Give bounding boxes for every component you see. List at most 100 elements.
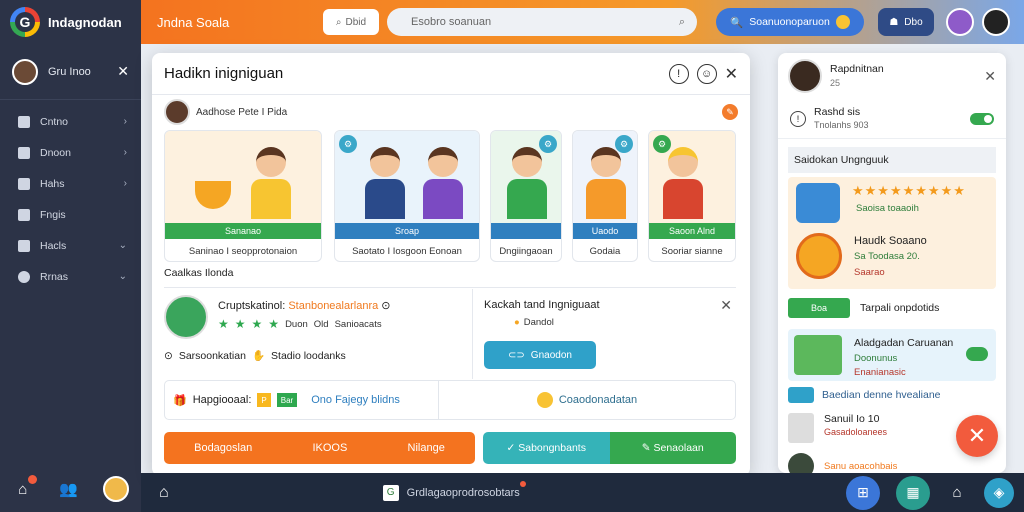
search-action-button[interactable]: 🔍 Soanuonoparuon: [716, 8, 864, 36]
modal-title: Hadikn inigniguan: [164, 65, 284, 82]
panel-link[interactable]: Baedian denne hvealiane: [788, 387, 996, 403]
folder-icon: [18, 208, 30, 221]
info-icon[interactable]: !: [668, 63, 689, 84]
activity-card[interactable]: ⚙ Dngiingaoan: [490, 130, 562, 262]
sidebar-item-5[interactable]: Rrnas ⌄: [0, 261, 141, 292]
action-button-2[interactable]: IKOOS: [312, 442, 347, 454]
calendar-icon[interactable]: ▦: [896, 475, 930, 510]
edit-icon[interactable]: ✎: [722, 104, 738, 120]
users-icon[interactable]: 👥: [57, 478, 79, 500]
panel-item[interactable]: Sanu aoacohbais: [788, 453, 996, 473]
activity-card[interactable]: ⚙ Saoon Alnd Sooriar sianne: [648, 130, 736, 262]
close-icon[interactable]: ✕: [725, 64, 738, 84]
activity-card[interactable]: Sananao Saninao I seopprotonaion: [164, 130, 322, 262]
bag-icon[interactable]: ⌂: [946, 482, 968, 504]
avatar[interactable]: [982, 8, 1010, 36]
star-icon: ★: [218, 317, 229, 331]
toggle-switch[interactable]: [970, 112, 994, 125]
sub-panel-button[interactable]: ⊂⊃ Gnaodon: [484, 341, 596, 369]
profile-name-accent: Stanbonealarlanra: [288, 300, 379, 312]
emoji-icon[interactable]: ☺: [696, 63, 717, 84]
info-right-label: Coaodonadatan: [558, 394, 638, 406]
card-stripe: Sroap: [335, 223, 479, 239]
child-figure: [505, 147, 549, 221]
chevron-down-icon: ⌄: [118, 240, 127, 251]
grid-icon: [18, 146, 30, 159]
close-icon[interactable]: ✕: [984, 68, 996, 85]
topbar: Jndna Soala ⌕ Dbid Esobro soanuan ⌕ 🔍 So…: [141, 0, 1024, 44]
search-chip[interactable]: ⌕ Dbid: [323, 9, 379, 35]
shield-icon[interactable]: ◈: [984, 477, 1014, 508]
card-stripe: Uaodo: [573, 223, 637, 239]
notification-dot: [519, 480, 526, 487]
clock-icon: ⊙: [164, 349, 173, 362]
bottom-actions: ⊞ ▦ ⌂ ◈: [846, 473, 1014, 512]
badge-icon: [796, 233, 842, 279]
search-input[interactable]: Esobro soanuan ⌕: [387, 8, 697, 36]
reward-line-3: Saarao: [854, 267, 885, 278]
taskbar-item[interactable]: G Grdlagaoprodrosobtars: [382, 480, 526, 501]
child-figure: [421, 147, 465, 221]
sidebar-item-1[interactable]: Dnoon ›: [0, 137, 141, 168]
avatar: [164, 295, 208, 339]
sidebar-item-label: Hacls: [40, 239, 67, 252]
promo-image: [794, 335, 842, 375]
bell-icon: ☗: [889, 16, 899, 28]
close-fab-button[interactable]: ✕: [956, 415, 998, 457]
gift-icon[interactable]: ⊞: [846, 475, 880, 510]
reward-line-1: Saoisa toaaoih: [856, 203, 919, 214]
activity-card[interactable]: ⚙ Sroap Saotato I Iosgoon Eonoan: [334, 130, 480, 262]
sidebar-item-4[interactable]: Hacls ⌄: [0, 230, 141, 261]
sidebar-item-0[interactable]: Cntno ›: [0, 106, 141, 137]
sidebar-item-label: Dnoon: [40, 146, 71, 159]
edit-icon: ✎: [641, 442, 654, 454]
star-icon: ★: [234, 317, 246, 331]
promo-line-2: Enanianasic: [854, 367, 906, 378]
profile-footer-label: Sarsoonkatian: [178, 349, 246, 362]
info-link[interactable]: Ono Fajegy blidns: [311, 394, 400, 406]
panel-setting-row[interactable]: ! Rashd sis Tnolanhs 903: [778, 99, 1006, 139]
arrow-button[interactable]: [966, 347, 988, 361]
profile-block: Cruptskatinol: Stanbonealarlanra ⊙ ★ ★ ★ ★ …: [164, 295, 470, 377]
avatar[interactable]: [103, 476, 130, 502]
card-stripe: Saoon Alnd: [649, 223, 735, 239]
sidebar-user[interactable]: Gru Inoo ✕: [0, 44, 141, 100]
info-bar: 🎁 Hapgiooaal: P Bar Ono Fajegy blidns Co…: [164, 380, 736, 420]
sub-panel-status: ● Dandol: [514, 317, 554, 328]
promo-card[interactable]: Aladgadan Caruanan Doonunus Enanianasic: [788, 329, 996, 381]
green-action-button[interactable]: ✎ Senaolaan: [609, 432, 736, 464]
home-icon: [18, 115, 30, 128]
action-button-3[interactable]: Nilange: [408, 442, 445, 454]
home-icon[interactable]: ⌂: [159, 484, 169, 502]
messages-label: Dbo: [904, 16, 923, 28]
info-icon: !: [790, 110, 806, 127]
child-figure: [661, 147, 705, 221]
brand[interactable]: G Indagnodan: [0, 0, 141, 44]
chevron-right-icon: ›: [123, 116, 127, 127]
messages-button[interactable]: ☗ Dbo: [878, 8, 934, 36]
coin-icon: [835, 15, 850, 29]
hands-icon: ✋: [251, 350, 266, 362]
close-icon[interactable]: ✕: [117, 63, 129, 80]
chart-icon: [18, 177, 30, 190]
close-icon[interactable]: ✕: [720, 297, 732, 314]
reward-card[interactable]: ★★★★★★★★★ Saoisa toaaoih Haudk Soaano Sa…: [788, 177, 996, 289]
action-button-1[interactable]: Bodagoslan: [194, 442, 252, 454]
panel-pill-row[interactable]: Boa Tarpali onpdotids: [788, 297, 996, 319]
gift-icon: 🎁: [173, 394, 187, 407]
sidebar-footer: ⌂ 👥: [0, 475, 141, 502]
sidebar-item-2[interactable]: Hahs ›: [0, 168, 141, 199]
sidebar-item-3[interactable]: Fngis: [0, 199, 141, 230]
bowl-icon: [195, 181, 231, 209]
home-button[interactable]: ⌂: [12, 475, 37, 500]
bottom-bar: ⌂ G Grdlagaoprodrosobtars ⊞ ▦ ⌂ ◈: [141, 473, 1024, 512]
avatar[interactable]: [946, 8, 974, 36]
sub-panel: Kackah tand Ingniguaat ✕ ● Dandol ⊂⊃ Gnao…: [484, 295, 736, 379]
info-bar-right[interactable]: Coaodonadatan: [439, 381, 735, 419]
activity-card[interactable]: ⚙ Uaodo Godaia: [572, 130, 638, 262]
chevron-down-icon: ⌄: [118, 271, 127, 282]
search-chip-label: Dbid: [345, 16, 367, 28]
teal-action-button[interactable]: ✓ Sabongnbants: [483, 432, 610, 464]
orange-action-group: Bodagoslan IKOOS Nilange: [164, 432, 475, 464]
divider: [472, 289, 473, 379]
